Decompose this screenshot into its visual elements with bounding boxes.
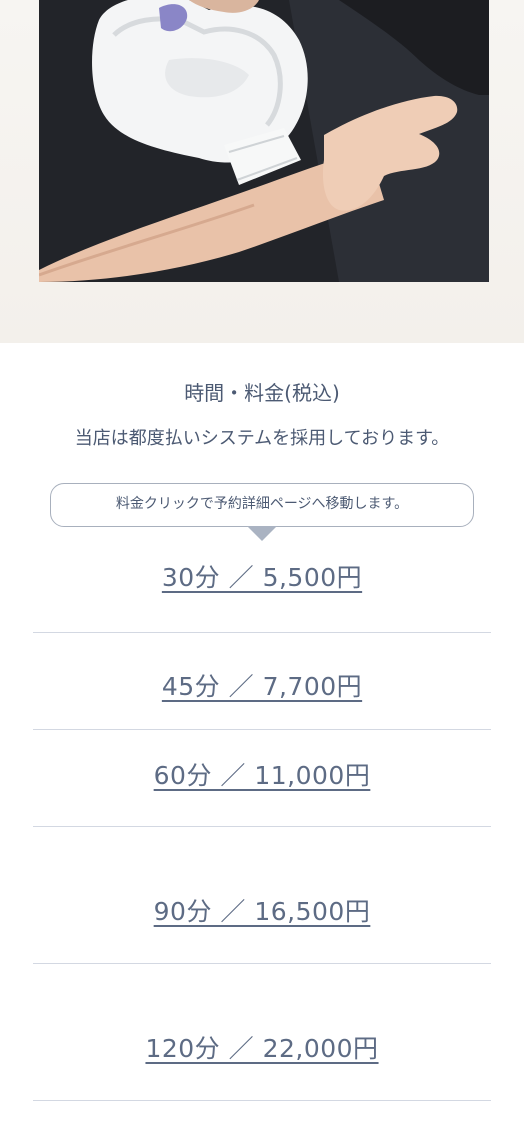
hero-section: [0, 0, 524, 343]
pricing-section: 時間・料金(税込) 当店は都度払いシステムを採用しております。 料金クリックで予…: [0, 343, 524, 1101]
notice-bubble-arrow-icon: [247, 526, 277, 541]
price-link-60min[interactable]: 60分 ／ 11,000円: [154, 756, 371, 792]
price-item-120min: 120分 ／ 22,000円: [33, 964, 491, 1101]
pricing-title: 時間・料金(税込): [184, 381, 340, 405]
price-list: 30分 ／ 5,500円 45分 ／ 7,700円 60分 ／ 11,000円 …: [0, 527, 524, 1101]
price-link-120min[interactable]: 120分 ／ 22,000円: [145, 1029, 378, 1065]
price-item-45min: 45分 ／ 7,700円: [33, 633, 491, 730]
treatment-photo: [39, 0, 489, 282]
payment-description: 当店は都度払いシステムを採用しております。: [74, 428, 450, 449]
price-link-30min[interactable]: 30分 ／ 5,500円: [162, 558, 362, 594]
treatment-photo-illustration: [39, 0, 489, 282]
price-item-30min: 30分 ／ 5,500円: [33, 527, 491, 633]
price-item-90min: 90分 ／ 16,500円: [33, 827, 491, 964]
price-link-90min[interactable]: 90分 ／ 16,500円: [154, 892, 371, 928]
price-link-45min[interactable]: 45分 ／ 7,700円: [162, 667, 362, 703]
notice-bubble-text: 料金クリックで予約詳細ページへ移動します。: [50, 483, 474, 527]
notice-bubble: 料金クリックで予約詳細ページへ移動します。: [50, 483, 474, 541]
price-item-60min: 60分 ／ 11,000円: [33, 730, 491, 827]
